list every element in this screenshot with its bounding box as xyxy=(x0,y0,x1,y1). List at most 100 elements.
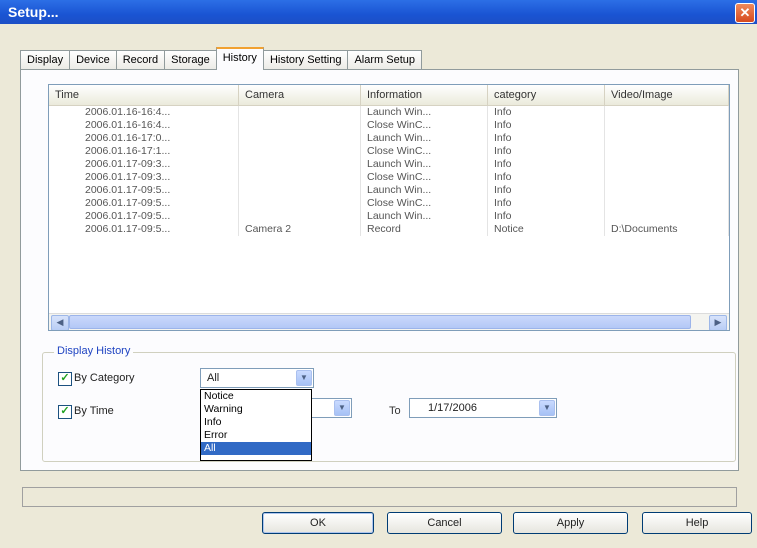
list-cell: Info xyxy=(488,197,605,210)
list-item[interactable]: 2006.01.17-09:5... Close WinC... Info xyxy=(49,197,729,210)
to-label: To xyxy=(389,405,401,417)
list-cell xyxy=(605,210,729,223)
tab-display[interactable]: Display xyxy=(20,50,71,69)
to-date-picker[interactable]: 1/17/2006 ▼ xyxy=(409,398,557,418)
history-list[interactable]: Time Camera Information category Video/Image… xyxy=(48,84,730,331)
list-cell: Close WinC... xyxy=(361,171,488,184)
by-category-checkbox[interactable]: ✓ xyxy=(58,372,72,386)
scrollbar-thumb[interactable] xyxy=(69,315,691,329)
list-item[interactable]: 2006.01.16-17:0... Launch Win... Info xyxy=(49,132,729,145)
category-select-value: All xyxy=(207,372,220,384)
list-cell: Launch Win... xyxy=(361,184,488,197)
list-item[interactable]: 2006.01.17-09:3... Launch Win... Info xyxy=(49,158,729,171)
list-cell: 2006.01.16-17:0... xyxy=(49,132,239,145)
category-select[interactable]: All ▼ xyxy=(200,368,314,388)
list-cell xyxy=(605,184,729,197)
list-cell: Launch Win... xyxy=(361,106,488,119)
list-item[interactable]: 2006.01.17-09:5... Camera 2 Record Notice D:… xyxy=(49,223,729,236)
apply-button[interactable]: Apply xyxy=(513,512,628,534)
tab-alarm-setup[interactable]: Alarm Setup xyxy=(347,50,422,69)
list-cell xyxy=(605,171,729,184)
display-history-title: Display History xyxy=(54,345,134,357)
list-cell: D:\Documents xyxy=(605,223,729,236)
list-cell: 2006.01.17-09:5... xyxy=(49,223,239,236)
list-cell: Close WinC... xyxy=(361,119,488,132)
list-cell xyxy=(239,158,361,171)
list-cell: 2006.01.16-16:4... xyxy=(49,119,239,132)
list-cell xyxy=(239,210,361,223)
chevron-down-icon[interactable]: ▼ xyxy=(539,400,555,416)
list-cell: 2006.01.16-17:1... xyxy=(49,145,239,158)
list-item[interactable]: 2006.01.17-09:5... Launch Win... Info xyxy=(49,184,729,197)
list-cell: 2006.01.16-16:4... xyxy=(49,106,239,119)
dropdown-option[interactable]: All xyxy=(201,442,311,455)
tab-history[interactable]: History xyxy=(215,47,264,70)
list-cell xyxy=(239,132,361,145)
list-cell: Close WinC... xyxy=(361,197,488,210)
help-button[interactable]: Help xyxy=(642,512,752,534)
list-cell xyxy=(239,171,361,184)
column-header[interactable]: category xyxy=(488,85,605,105)
list-cell: Info xyxy=(488,119,605,132)
list-cell xyxy=(605,119,729,132)
by-category-label: By Category xyxy=(74,372,135,384)
arrow-right-icon[interactable]: ▶ xyxy=(709,315,727,330)
close-icon[interactable]: ✕ xyxy=(735,3,755,23)
tab-strip: Display Device Record Storage History History… xyxy=(20,47,422,70)
cancel-button[interactable]: Cancel xyxy=(387,512,502,534)
list-item[interactable]: 2006.01.17-09:5... Launch Win... Info xyxy=(49,210,729,223)
list-cell: Info xyxy=(488,106,605,119)
column-header[interactable]: Camera xyxy=(239,85,361,105)
dropdown-option[interactable]: Error xyxy=(201,429,311,442)
column-header[interactable]: Information xyxy=(361,85,488,105)
list-cell: Record xyxy=(361,223,488,236)
list-cell: 2006.01.17-09:5... xyxy=(49,197,239,210)
list-cell: Info xyxy=(488,145,605,158)
list-cell xyxy=(605,132,729,145)
list-body: 2006.01.16-16:4... Launch Win... Info 2006.… xyxy=(49,106,729,236)
list-cell: Close WinC... xyxy=(361,145,488,158)
column-header[interactable]: Time xyxy=(49,85,239,105)
list-cell xyxy=(239,197,361,210)
list-item[interactable]: 2006.01.16-16:4... Launch Win... Info xyxy=(49,106,729,119)
list-cell: Launch Win... xyxy=(361,210,488,223)
list-cell: Launch Win... xyxy=(361,132,488,145)
list-item[interactable]: 2006.01.16-17:1... Close WinC... Info xyxy=(49,145,729,158)
list-item[interactable]: 2006.01.17-09:3... Close WinC... Info xyxy=(49,171,729,184)
list-cell xyxy=(239,184,361,197)
by-time-label: By Time xyxy=(74,405,114,417)
list-cell xyxy=(605,106,729,119)
list-item[interactable]: 2006.01.16-16:4... Close WinC... Info xyxy=(49,119,729,132)
chevron-down-icon[interactable]: ▼ xyxy=(296,370,312,386)
category-dropdown-list[interactable]: Notice Warning Info Error All xyxy=(200,389,312,461)
list-cell: 2006.01.17-09:3... xyxy=(49,158,239,171)
status-bar xyxy=(22,487,737,507)
window-title: Setup... xyxy=(8,4,59,20)
list-cell xyxy=(239,145,361,158)
list-cell xyxy=(239,119,361,132)
tab-storage[interactable]: Storage xyxy=(164,50,217,69)
list-cell: Info xyxy=(488,210,605,223)
tab-record[interactable]: Record xyxy=(115,50,166,69)
list-cell: Info xyxy=(488,158,605,171)
ok-button[interactable]: OK xyxy=(262,512,374,534)
tab-history-setting[interactable]: History Setting xyxy=(262,50,349,69)
chevron-down-icon[interactable]: ▼ xyxy=(334,400,350,416)
title-bar: Setup... ✕ xyxy=(0,0,757,24)
dropdown-option[interactable]: Warning xyxy=(201,403,311,416)
horizontal-scrollbar[interactable]: ◀ ▶ xyxy=(49,313,729,330)
dropdown-option[interactable]: Notice xyxy=(201,390,311,403)
list-cell: 2006.01.17-09:5... xyxy=(49,184,239,197)
to-date-value: 1/17/2006 xyxy=(428,402,477,414)
dropdown-option[interactable]: Info xyxy=(201,416,311,429)
arrow-left-icon[interactable]: ◀ xyxy=(51,315,69,330)
list-cell: 2006.01.17-09:3... xyxy=(49,171,239,184)
list-cell: 2006.01.17-09:5... xyxy=(49,210,239,223)
by-time-checkbox[interactable]: ✓ xyxy=(58,405,72,419)
column-header[interactable]: Video/Image xyxy=(605,85,729,105)
list-cell: Info xyxy=(488,184,605,197)
list-cell: Notice xyxy=(488,223,605,236)
list-cell: Launch Win... xyxy=(361,158,488,171)
tab-device[interactable]: Device xyxy=(69,50,117,69)
list-cell xyxy=(605,158,729,171)
